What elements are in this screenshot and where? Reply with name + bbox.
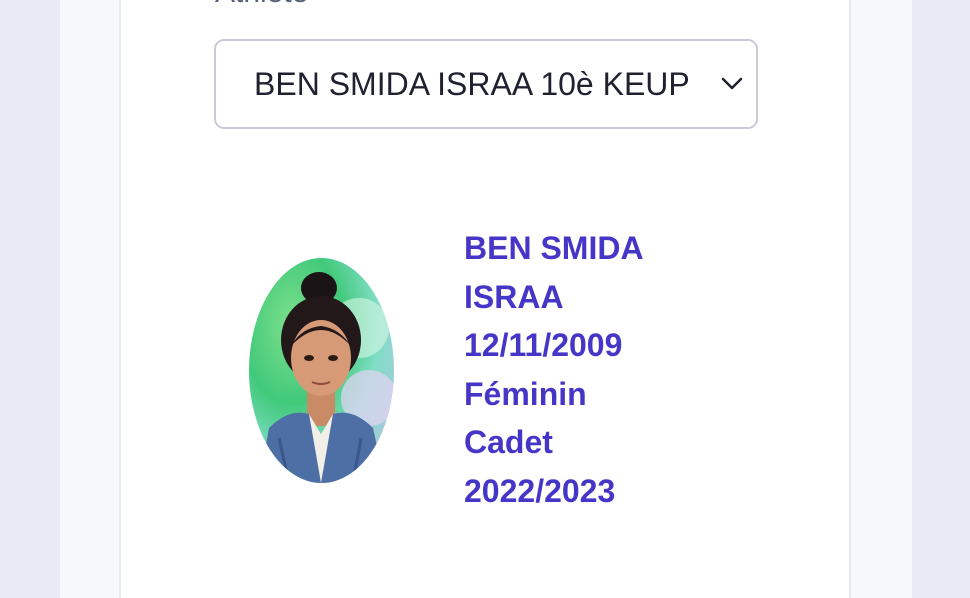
athlete-category: Cadet	[464, 424, 553, 460]
athlete-portrait	[259, 272, 394, 483]
athlete-select-value: BEN SMIDA ISRAA 10è KEUP 2	[254, 66, 694, 102]
athlete-last-name: BEN SMIDA	[464, 230, 644, 266]
chevron-down-icon	[721, 77, 743, 90]
athlete-season: 2022/2023	[464, 472, 616, 509]
athlete-field-label: Athlète	[215, 0, 308, 8]
athlete-info: BEN SMIDA ISRAA 12/11/2009 Féminin Cadet…	[464, 224, 784, 515]
athlete-first-name: ISRAA	[464, 278, 564, 315]
athlete-select[interactable]: BEN SMIDA ISRAA 10è KEUP 2	[214, 39, 758, 129]
athlete-gender: Féminin	[464, 375, 587, 412]
athlete-birth-date: 12/11/2009	[464, 327, 623, 363]
athlete-photo	[249, 258, 394, 483]
